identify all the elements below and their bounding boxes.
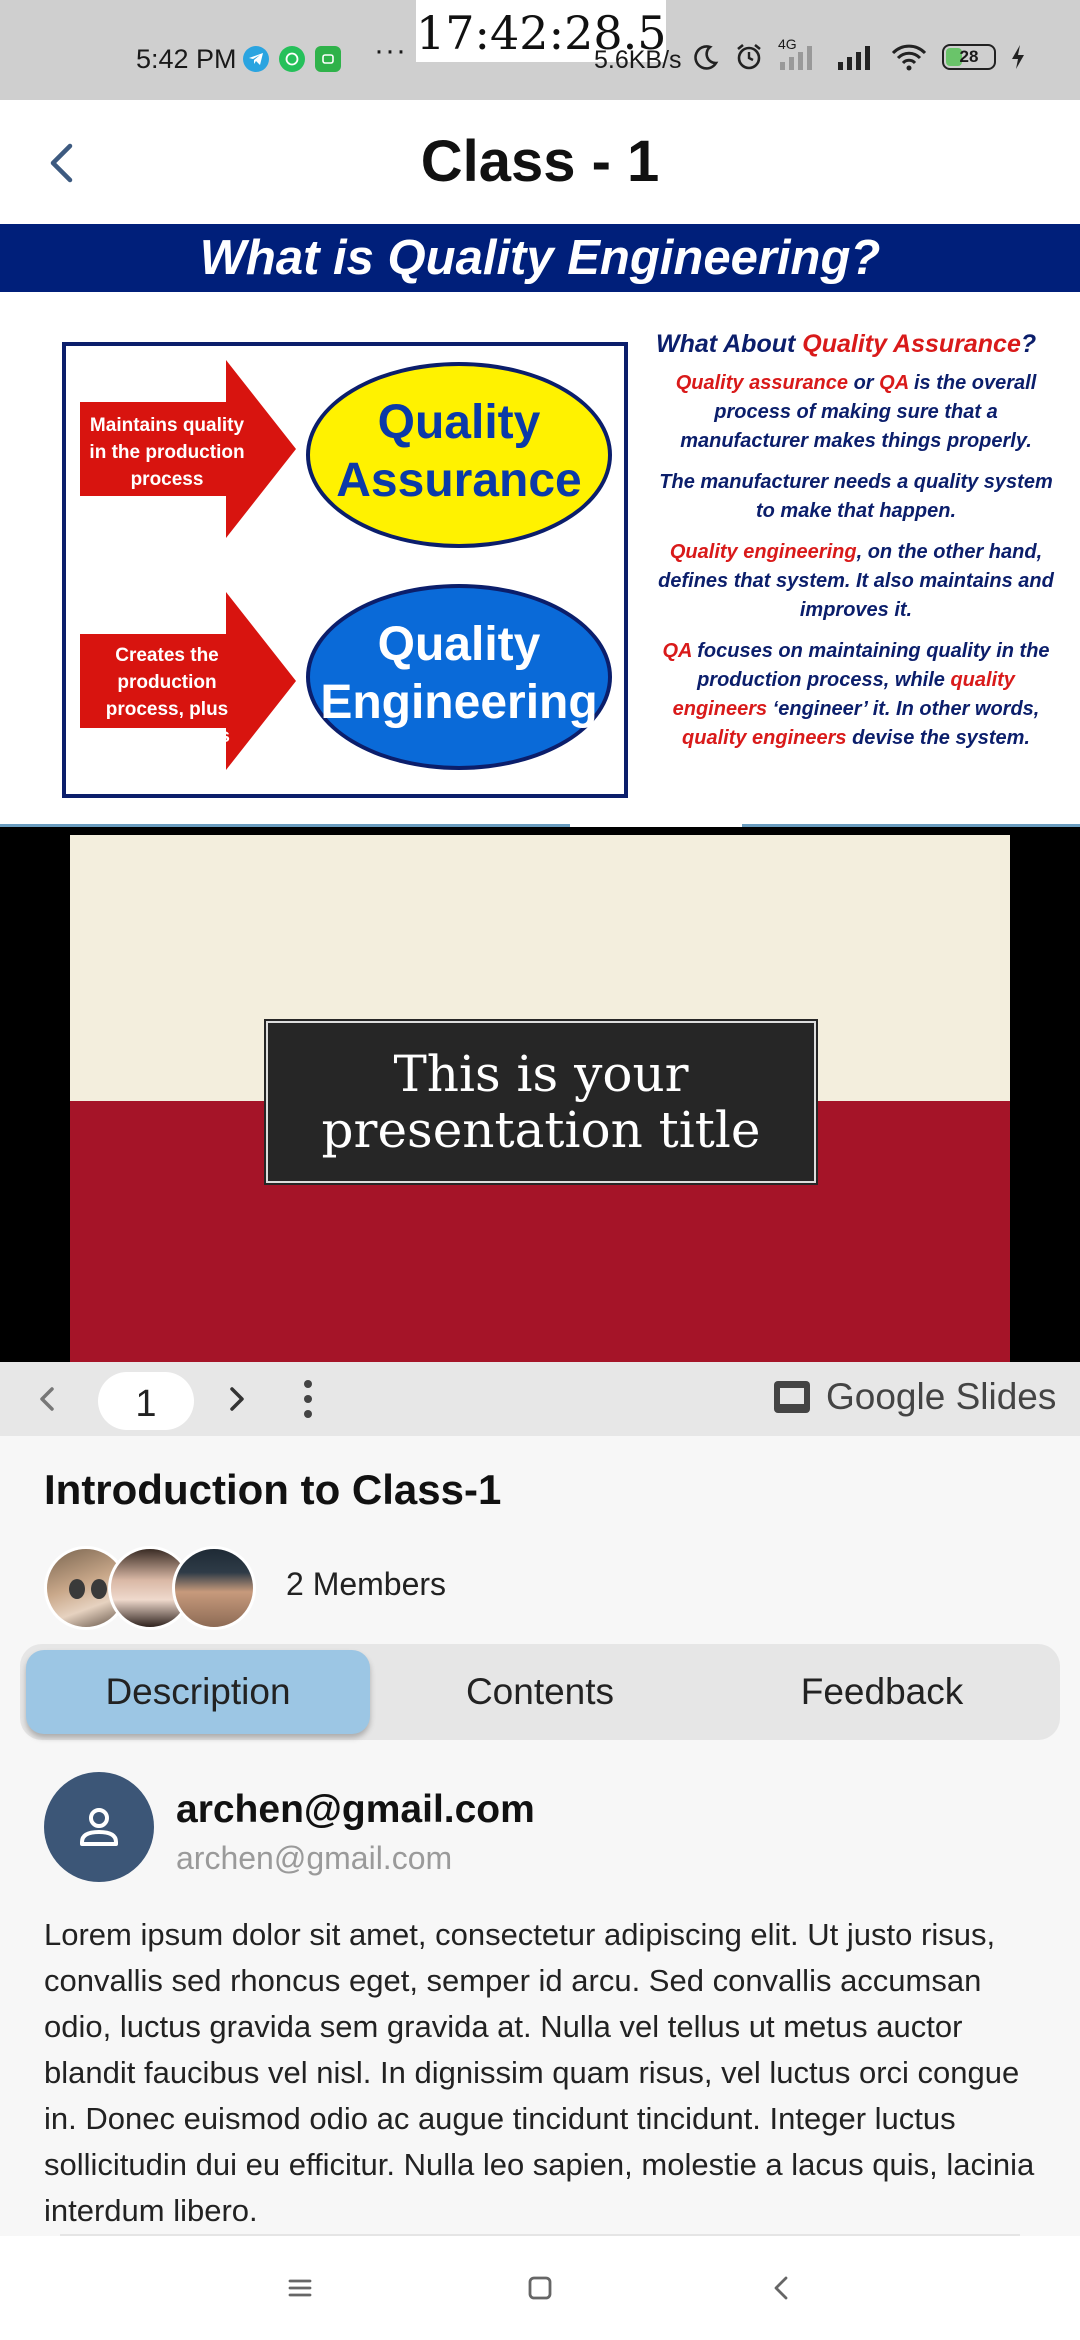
status-time: 5:42 PM [136,44,237,74]
presentation-slide[interactable]: This is your presentation title [70,835,1010,1362]
more-dots-icon: ··· [374,34,407,67]
menu-icon[interactable] [278,2266,322,2310]
google-slides-icon [774,1381,810,1413]
status-bar: 5:42 PM ··· 17:42:28.5 5.6KB/s 4G 28 [0,0,1080,100]
messaging-icon [315,46,341,72]
system-icons: 4G 28 [692,36,1026,72]
tab-description[interactable]: Description [26,1650,370,1734]
member-avatars[interactable] [44,1546,264,1632]
quality-engineering-oval: Quality Engineering [306,584,612,770]
class-details: Introduction to Class-1 2 Members Descri… [0,1436,1080,2236]
signal-4g-icon: 4G [778,36,822,72]
user-avatar [44,1772,154,1882]
whatsapp-icon [279,46,305,72]
net-speed: 5.6KB/s [594,46,682,74]
explanation-paragraph-1: Quality assurance or QA is the overall p… [675,372,1037,452]
google-slides-brand[interactable]: Google Slides [772,1376,1056,1418]
class-description: Lorem ipsum dolor sit amet, consectetur … [44,1917,1035,2228]
system-nav-bar [0,2236,1080,2340]
home-square-icon[interactable] [518,2266,562,2310]
arrow-label-1: Maintains quality in the production proc… [89,415,245,490]
author-name: archen@gmail.com [176,1788,535,1831]
slides-viewer[interactable]: This is your presentation title [0,827,1080,1362]
notification-icons [243,46,341,72]
moon-icon [694,45,719,70]
previous-slide-button[interactable] [30,1380,66,1418]
member-count: 2 Members [286,1566,447,1602]
arrow-label-2: Creates the production process, plus wha… [104,645,230,747]
signal-icon [838,46,870,70]
explanation-paragraph-2: The manufacturer needs a quality system … [659,471,1053,522]
class-title: Introduction to Class-1 [44,1466,502,1513]
slides-toolbar: 1 Google Slides [0,1362,1080,1436]
google-slides-label: Google Slides [826,1376,1057,1417]
presentation-title-box: This is your presentation title [264,1019,818,1185]
charging-icon [1012,45,1024,69]
wifi-icon [891,44,927,71]
next-slide-button[interactable] [218,1380,254,1418]
explanation-heading: What About Quality Assurance? [656,330,1037,358]
slide-banner: What is Quality Engineering? [0,224,1080,292]
slide-page-number[interactable]: 1 [98,1372,194,1430]
person-icon [80,1808,118,1846]
cover-slide-image: What is Quality Engineering? Maintains q… [0,224,1080,828]
explanation-paragraph-3: Quality engineering, on the other hand, … [658,541,1054,621]
app-header: Class - 1 [0,100,1080,224]
qa-explanation: What About Quality Assurance? Quality as… [656,330,1056,765]
screen: 5:42 PM ··· 17:42:28.5 5.6KB/s 4G 28 Cla… [0,0,1080,2340]
quality-assurance-oval: Quality Assurance [306,362,612,548]
author-email: archen@gmail.com [176,1840,453,1876]
avatar [172,1546,256,1630]
battery-icon: 28 [942,44,996,70]
class-tabs: Description Contents Feedback [20,1644,1060,1740]
tab-contents[interactable]: Contents [368,1650,712,1734]
telegram-icon [243,46,269,72]
page-title: Class - 1 [420,129,660,194]
qa-qe-diagram: Maintains quality in the production proc… [62,342,628,798]
back-triangle-icon[interactable] [760,2266,804,2310]
more-options-icon[interactable] [290,1376,326,1422]
explanation-paragraph-4: QA focuses on maintaining quality in the… [662,640,1050,749]
alarm-icon [737,43,761,70]
tab-feedback[interactable]: Feedback [710,1650,1054,1734]
